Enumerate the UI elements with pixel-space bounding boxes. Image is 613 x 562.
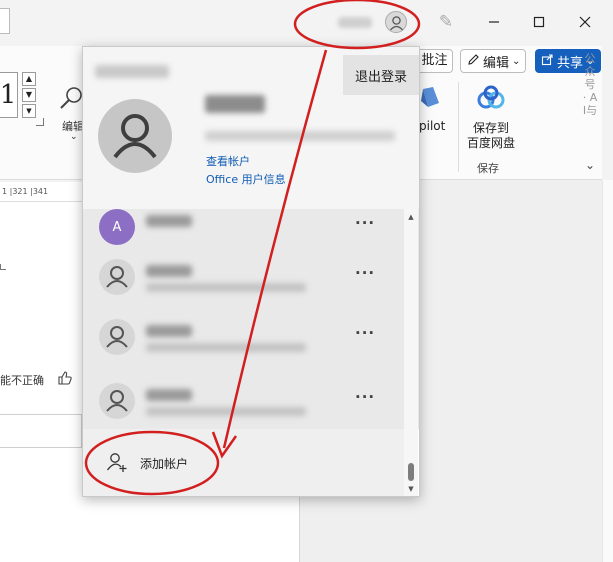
copilot-icon[interactable]	[419, 85, 441, 109]
ruler: 1 |321 |341	[0, 182, 82, 202]
person-icon	[99, 319, 135, 355]
person-icon	[99, 383, 135, 419]
save-to-label-line2[interactable]: 百度网盘	[467, 134, 515, 151]
more-options-icon[interactable]: ···	[355, 390, 374, 410]
more-options-icon[interactable]: ···	[355, 326, 374, 346]
feedback-text: 能不正确	[0, 374, 44, 387]
maximize-icon[interactable]	[527, 10, 551, 34]
scroll-up-icon[interactable]: ▲	[407, 213, 415, 221]
account-email-redacted	[146, 343, 306, 352]
font-size-box[interactable]: 1	[0, 72, 18, 118]
save-group-label: 保存	[477, 162, 499, 175]
more-options-icon[interactable]: ···	[355, 216, 374, 236]
watermark-text: 公众号 · AI与	[582, 52, 598, 117]
account-button[interactable]	[332, 8, 412, 36]
more-options-icon[interactable]: ···	[355, 266, 374, 286]
user-name-redacted	[338, 17, 372, 28]
ribbon-separator	[458, 82, 459, 172]
office-profile-link[interactable]: Office 用户信息	[206, 171, 286, 187]
account-list-scrollbar[interactable]: ▲ ▼	[404, 209, 418, 496]
account-name-redacted	[205, 95, 265, 113]
title-bar: ✎	[0, 0, 613, 46]
account-row[interactable]: ···	[83, 373, 403, 429]
account-name-redacted	[146, 265, 192, 277]
chevron-down-icon[interactable]: ⌄	[70, 132, 78, 142]
add-account-label: 添加帐户	[140, 456, 189, 471]
person-icon	[99, 259, 135, 295]
pen-icon[interactable]: ✎	[436, 10, 456, 34]
account-name-redacted	[146, 389, 192, 401]
account-email-redacted	[205, 131, 395, 141]
dialog-launcher-icon[interactable]	[36, 118, 44, 126]
copilot-label[interactable]: pilot	[419, 119, 445, 133]
pencil-icon	[467, 53, 480, 70]
paragraph-mark	[0, 264, 6, 270]
share-icon	[541, 53, 554, 70]
edit-mode-label: 编辑	[483, 55, 510, 71]
thumbs-up-icon[interactable]	[57, 370, 73, 386]
account-name-redacted	[146, 215, 192, 227]
baidu-netdisk-icon[interactable]	[476, 85, 506, 111]
add-account-button[interactable]: 添加帐户	[83, 429, 404, 496]
collapse-ribbon-icon[interactable]: ⌄	[583, 158, 597, 172]
account-popup: 退出登录 查看帐户 Office 用户信息 A ··· ··· ··· ··· …	[82, 46, 420, 497]
account-row[interactable]: ···	[83, 309, 403, 365]
org-name-redacted	[95, 65, 169, 78]
document-scrollbar[interactable]	[602, 180, 613, 562]
profile-avatar-icon	[98, 99, 172, 173]
minimize-icon[interactable]	[482, 10, 506, 34]
comment-button[interactable]: 批注	[417, 49, 453, 73]
account-row[interactable]: A ···	[83, 199, 403, 255]
view-account-link[interactable]: 查看帐户	[206, 153, 250, 169]
user-avatar-icon	[385, 11, 407, 33]
spin-down-icon[interactable]: ▼	[22, 88, 36, 102]
spin-up-icon[interactable]: ▲	[22, 72, 36, 86]
account-row[interactable]: ···	[83, 249, 403, 305]
sign-out-button[interactable]: 退出登录	[343, 55, 419, 95]
account-header: 退出登录 查看帐户 Office 用户信息	[83, 47, 419, 209]
title-tab[interactable]	[0, 8, 10, 34]
chevron-down-icon: ⌄	[512, 55, 521, 67]
account-list: A ··· ··· ··· ···	[83, 209, 419, 429]
account-name-redacted	[146, 325, 192, 337]
account-avatar: A	[99, 209, 135, 245]
dropdown-icon[interactable]: ▼	[22, 104, 36, 118]
add-person-icon	[105, 450, 129, 477]
edit-mode-button[interactable]: 编辑 ⌄	[460, 49, 526, 73]
account-email-redacted	[146, 407, 306, 416]
account-email-redacted	[146, 283, 306, 292]
share-label: 共享	[557, 55, 584, 71]
scroll-down-icon[interactable]: ▼	[407, 485, 415, 493]
document-text-box[interactable]	[0, 414, 82, 448]
scrollbar-thumb[interactable]	[408, 463, 414, 481]
close-icon[interactable]	[573, 10, 597, 34]
